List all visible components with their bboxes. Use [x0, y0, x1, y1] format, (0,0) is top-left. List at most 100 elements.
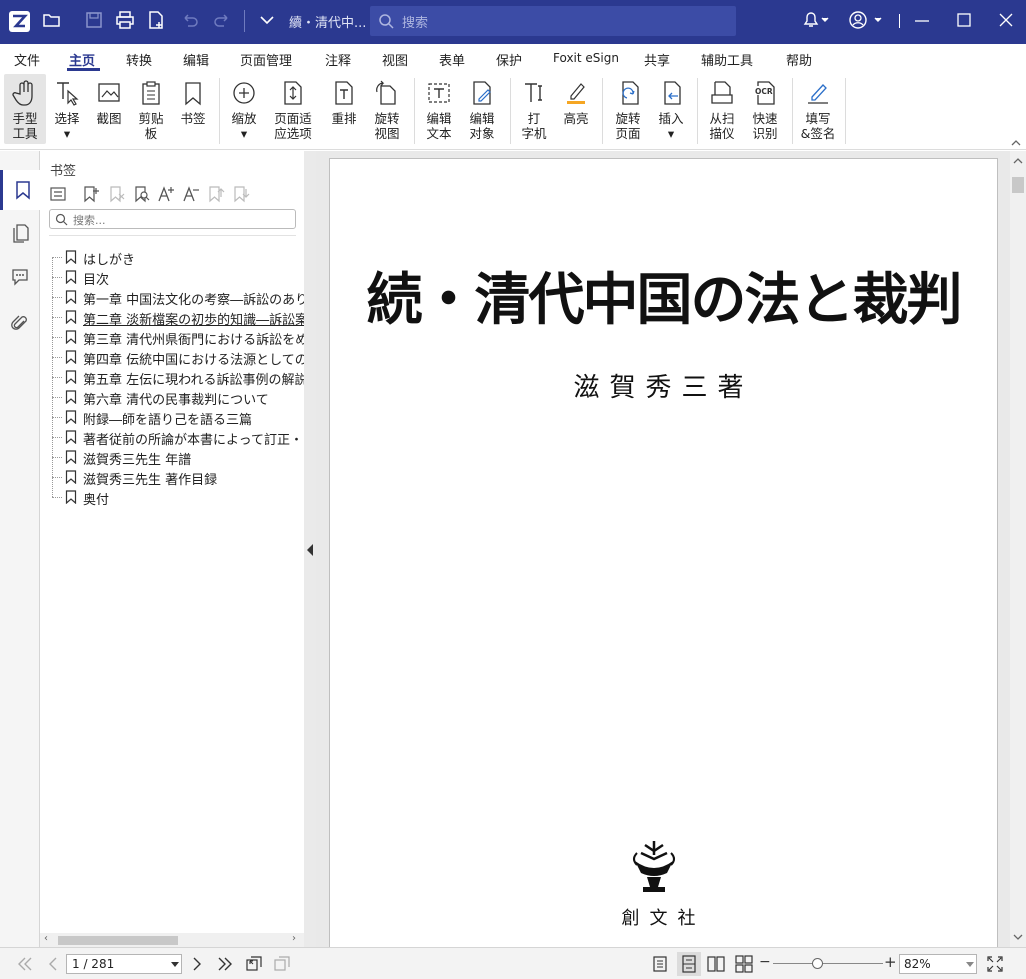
search-input[interactable]: 搜索	[370, 6, 736, 36]
fill-sign-button[interactable]: 填写 &签名	[797, 74, 839, 144]
maximize-icon[interactable]	[954, 10, 974, 30]
fullscreen-icon[interactable]	[986, 955, 1004, 973]
add-bookmark-icon[interactable]	[82, 185, 100, 203]
page-number-input[interactable]: 1 / 281	[66, 954, 182, 974]
menu-form[interactable]: 表单	[439, 50, 465, 69]
bookmark-item[interactable]: 第一章 中国法文化の考察―訴訟のあり	[40, 287, 304, 307]
scroll-right-arrow-icon[interactable]: ›	[292, 933, 296, 944]
reflow-button[interactable]: 重排	[325, 74, 363, 144]
menu-edit[interactable]: 编辑	[183, 50, 209, 69]
print-icon[interactable]	[115, 10, 135, 30]
continuous-view-button[interactable]	[677, 952, 701, 976]
from-scanner-button[interactable]: 从扫 描仪	[702, 74, 742, 144]
previous-page-icon[interactable]	[44, 955, 62, 973]
next-view-icon[interactable]	[273, 955, 291, 973]
bookmark-item[interactable]: 第六章 清代の民事裁判について	[40, 387, 304, 407]
zoom-out-icon[interactable]: −	[759, 954, 771, 970]
account-icon[interactable]	[847, 10, 885, 30]
find-bookmark-icon[interactable]	[133, 185, 151, 203]
menu-foxit-esign[interactable]: Foxit eSign	[553, 51, 619, 65]
continuous-facing-view-icon[interactable]	[735, 955, 753, 973]
rotate-page-button[interactable]: 旋转 页面	[607, 74, 649, 144]
scroll-up-arrow-icon[interactable]	[1013, 157, 1023, 165]
scroll-down-arrow-icon[interactable]	[1013, 933, 1023, 941]
app-logo-icon[interactable]	[9, 11, 30, 32]
decrease-font-icon[interactable]	[182, 185, 200, 203]
rail-bookmarks-tab[interactable]	[0, 170, 40, 210]
zoom-in-icon[interactable]: +	[884, 953, 897, 971]
fit-page-button[interactable]: 页面适 应选项	[267, 74, 319, 144]
scroll-left-arrow-icon[interactable]: ‹	[44, 933, 48, 944]
rail-pages-tab[interactable]	[0, 213, 40, 253]
panel-splitter[interactable]	[304, 151, 316, 947]
rail-attachments-tab[interactable]	[0, 303, 40, 343]
select-button[interactable]: 选择 ▾	[48, 74, 86, 144]
bookmark-item[interactable]: 第四章 伝統中国における法源としての	[40, 347, 304, 367]
bookmark-item[interactable]: 目次	[40, 267, 304, 287]
bookmark-item[interactable]: 奥付	[40, 487, 304, 507]
increase-font-icon[interactable]	[157, 185, 175, 203]
rotate-view-button[interactable]: 旋转 视图	[366, 74, 408, 144]
next-page-icon[interactable]	[188, 955, 206, 973]
zoom-button[interactable]: 缩放 ▾	[224, 74, 264, 144]
clipboard-button[interactable]: 剪贴 板	[131, 74, 171, 144]
bookmark-button[interactable]: 书签	[174, 74, 212, 144]
horizontal-scroll-thumb[interactable]	[58, 936, 178, 945]
screenshot-button[interactable]: 截图	[90, 74, 128, 144]
menu-protect[interactable]: 保护	[496, 50, 522, 69]
menu-home[interactable]: 主页	[69, 50, 95, 69]
rail-comments-tab[interactable]	[0, 257, 40, 297]
bookmark-item[interactable]: 第五章 左伝に現われる訴訟事例の解説	[40, 367, 304, 387]
save-icon[interactable]	[84, 10, 104, 30]
menu-help[interactable]: 帮助	[786, 50, 812, 69]
bookmark-item[interactable]: 滋賀秀三先生 年譜	[40, 447, 304, 467]
quick-access-dropdown-icon[interactable]	[257, 10, 277, 30]
delete-bookmark-icon[interactable]	[108, 185, 126, 203]
expand-bookmark-icon[interactable]	[207, 185, 225, 203]
bookmark-item[interactable]: 滋賀秀三先生 著作目録	[40, 467, 304, 487]
facing-view-icon[interactable]	[707, 955, 725, 973]
menu-view[interactable]: 视图	[382, 50, 408, 69]
bookmark-menu-icon[interactable]	[49, 185, 67, 203]
menu-share[interactable]: 共享	[644, 50, 670, 69]
typewriter-button[interactable]: 打 字机	[515, 74, 553, 144]
menu-convert[interactable]: 转换	[126, 50, 152, 69]
bookmark-item[interactable]: 附録―師を語り己を語る三篇	[40, 407, 304, 427]
hand-tool-button[interactable]: 手型 工具	[4, 74, 46, 144]
bookmark-item[interactable]: 第三章 清代州県衙門における訴訟をめ	[40, 327, 304, 347]
open-folder-icon[interactable]	[42, 10, 62, 30]
zoom-level-input[interactable]: 82%	[899, 954, 977, 974]
document-vertical-scrollbar[interactable]	[1010, 151, 1026, 947]
highlight-button[interactable]: 高亮	[556, 74, 596, 144]
bookmark-horizontal-scrollbar[interactable]: ‹ ›	[40, 933, 304, 947]
minimize-icon[interactable]	[912, 10, 932, 30]
vertical-scroll-thumb[interactable]	[1012, 177, 1024, 193]
menu-comment[interactable]: 注释	[325, 50, 351, 69]
single-page-view-icon[interactable]	[651, 955, 669, 973]
previous-view-icon[interactable]	[245, 955, 263, 973]
close-icon[interactable]	[996, 10, 1016, 30]
last-page-icon[interactable]	[216, 955, 234, 973]
bookmark-item[interactable]: 著者従前の所論が本書によって訂正・	[40, 427, 304, 447]
zoom-slider-track[interactable]	[773, 963, 883, 964]
new-document-icon[interactable]	[146, 10, 166, 30]
undo-icon[interactable]	[180, 10, 200, 30]
collapse-bookmark-icon[interactable]	[232, 185, 250, 203]
bookmark-item[interactable]: はしがき	[40, 247, 304, 267]
edit-object-button[interactable]: 编辑 对象	[461, 74, 503, 144]
menu-accessibility[interactable]: 辅助工具	[701, 50, 753, 69]
menu-page-management[interactable]: 页面管理	[240, 50, 292, 69]
pdf-page[interactable]: 続・清代中国の法と裁判 滋賀秀三著 創文社	[329, 158, 998, 947]
collapse-panel-arrow-icon[interactable]	[307, 544, 314, 556]
page-dropdown-arrow-icon[interactable]	[171, 962, 179, 968]
quick-ocr-button[interactable]: OCR 快速 识别	[745, 74, 785, 144]
bookmark-item[interactable]: 第二章 淡新檔案の初歩的知識―訴訟案	[40, 307, 304, 327]
bookmark-search-input[interactable]: 搜索...	[49, 209, 296, 229]
collapse-ribbon-icon[interactable]	[1010, 138, 1022, 148]
document-viewer[interactable]: 続・清代中国の法と裁判 滋賀秀三著 創文社	[316, 151, 1010, 947]
notification-bell-icon[interactable]	[800, 10, 830, 30]
zoom-dropdown-arrow-icon[interactable]	[966, 962, 974, 968]
first-page-icon[interactable]	[16, 955, 34, 973]
insert-button[interactable]: 插入 ▾	[651, 74, 691, 144]
edit-text-button[interactable]: 编辑 文本	[419, 74, 459, 144]
